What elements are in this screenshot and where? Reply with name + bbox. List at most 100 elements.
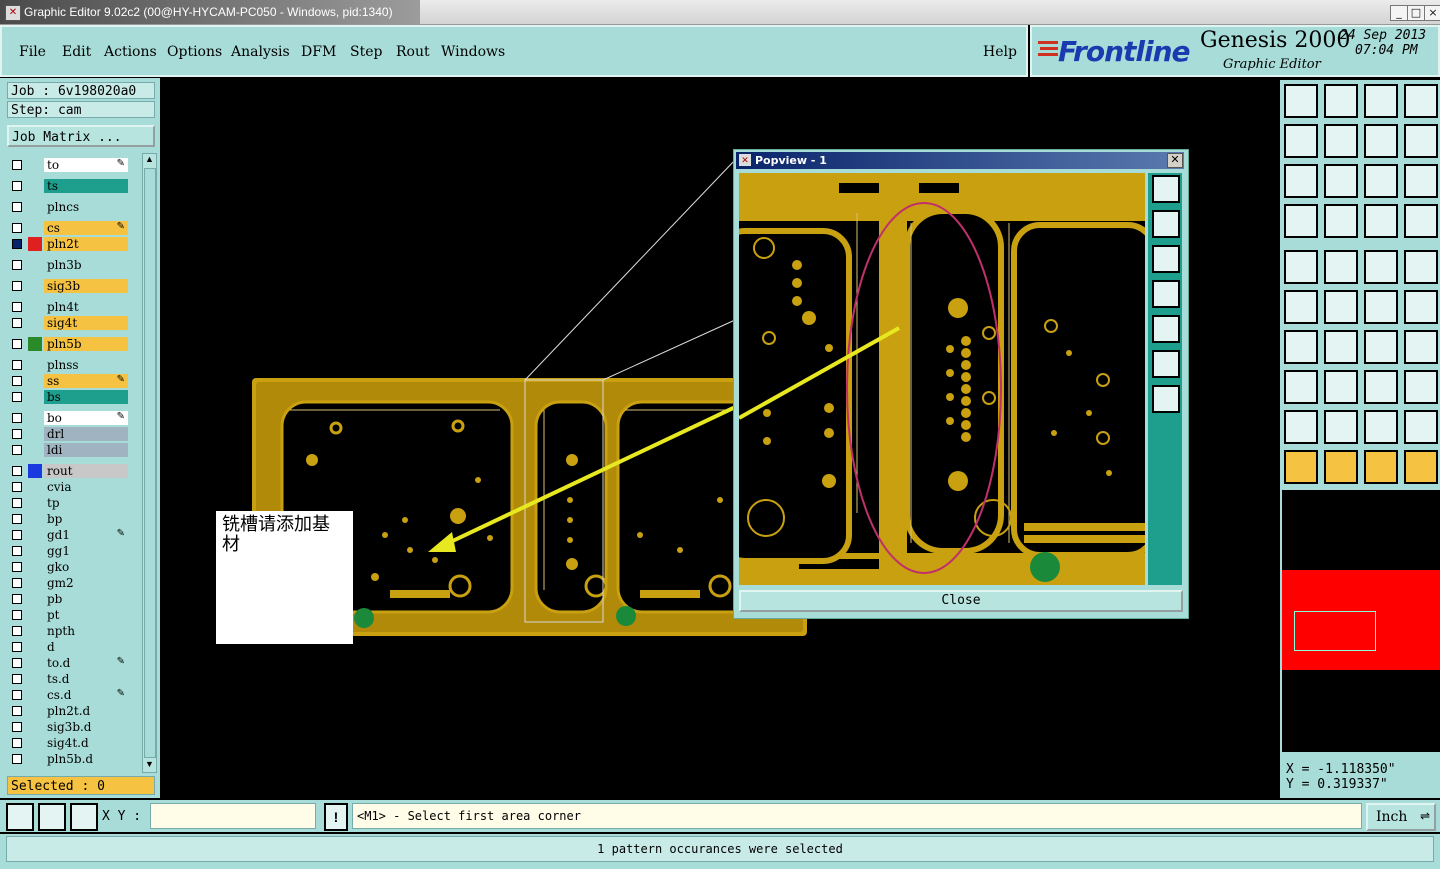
layer-row-pln5b-d[interactable]: pln5b.d bbox=[10, 752, 128, 766]
menu-analysis[interactable]: Analysis bbox=[231, 44, 290, 60]
popview-fit-icon[interactable] bbox=[1152, 350, 1180, 378]
layer-row-cs[interactable]: cs ✎ bbox=[10, 221, 128, 235]
triangle2-icon[interactable] bbox=[1324, 410, 1358, 444]
layer-checkbox[interactable] bbox=[12, 658, 22, 668]
popview-close-button[interactable]: Close bbox=[739, 590, 1183, 612]
point-icon[interactable] bbox=[1284, 250, 1318, 284]
layer-checkbox[interactable] bbox=[12, 530, 22, 540]
layer-row-ts-d[interactable]: ts.d bbox=[10, 672, 128, 686]
layer-checkbox[interactable] bbox=[12, 260, 22, 270]
layer-checkbox[interactable] bbox=[12, 626, 22, 636]
window-icon[interactable] bbox=[1404, 84, 1438, 118]
scroll-up-icon[interactable]: ▲ bbox=[143, 154, 156, 166]
minimize-button[interactable]: _ bbox=[1390, 5, 1408, 21]
scroll-thumb[interactable] bbox=[144, 168, 156, 758]
layer-row-pb[interactable]: pb bbox=[10, 592, 128, 606]
popview-close-icon[interactable]: ✕ bbox=[1167, 153, 1183, 168]
layer-row-pln4t[interactable]: pln4t bbox=[10, 300, 128, 314]
layer-checkbox[interactable] bbox=[12, 376, 22, 386]
layer-red2-icon[interactable] bbox=[1404, 204, 1438, 238]
overview-viewport[interactable] bbox=[1294, 611, 1376, 651]
menu-step[interactable]: Step bbox=[350, 44, 382, 60]
measure-icon[interactable] bbox=[38, 803, 66, 831]
layer-row-plnss[interactable]: plnss bbox=[10, 358, 128, 372]
layer-row-sig4t[interactable]: sig4t bbox=[10, 316, 128, 330]
dimension-icon[interactable] bbox=[1364, 370, 1398, 404]
xy-input[interactable] bbox=[150, 803, 316, 829]
layer-checkbox[interactable] bbox=[12, 302, 22, 312]
menu-dfm[interactable]: DFM bbox=[301, 44, 336, 60]
connect2-icon[interactable] bbox=[1404, 290, 1438, 324]
shape-icon[interactable] bbox=[1324, 250, 1358, 284]
ruler-icon[interactable] bbox=[1364, 250, 1398, 284]
layer-checkbox[interactable] bbox=[12, 466, 22, 476]
grid-icon[interactable] bbox=[70, 803, 98, 831]
popview-up-icon[interactable] bbox=[1152, 210, 1180, 238]
circle-icon[interactable] bbox=[1404, 250, 1438, 284]
popview-canvas[interactable] bbox=[739, 173, 1145, 585]
layer-row-cs-d[interactable]: cs.d ✎ bbox=[10, 688, 128, 702]
layer-row-sig4t-d[interactable]: sig4t.d bbox=[10, 736, 128, 750]
layer-checkbox[interactable] bbox=[12, 738, 22, 748]
layer-row-sig3b[interactable]: sig3b bbox=[10, 279, 128, 293]
menu-edit[interactable]: Edit bbox=[62, 44, 91, 60]
layer-row-ldi[interactable]: ldi bbox=[10, 443, 128, 457]
connect-icon[interactable] bbox=[1364, 290, 1398, 324]
layer-checkbox[interactable] bbox=[12, 202, 22, 212]
layer-row-pln5b[interactable]: pln5b bbox=[10, 337, 128, 351]
layer-checkbox[interactable] bbox=[12, 445, 22, 455]
line-icon[interactable] bbox=[1324, 330, 1358, 364]
menu-windows[interactable]: Windows bbox=[441, 44, 505, 60]
pad-icon[interactable] bbox=[1284, 370, 1318, 404]
layer-row-tp[interactable]: tp bbox=[10, 496, 128, 510]
layer-checkbox[interactable] bbox=[12, 318, 22, 328]
layer-checkbox[interactable] bbox=[12, 610, 22, 620]
layer-row-to-d[interactable]: to.d ✎ bbox=[10, 656, 128, 670]
menu-file[interactable]: File bbox=[19, 44, 46, 60]
layer-checkbox[interactable] bbox=[12, 546, 22, 556]
triangle4-icon[interactable] bbox=[1404, 410, 1438, 444]
menu-rout[interactable]: Rout bbox=[396, 44, 430, 60]
layer-checkbox[interactable] bbox=[12, 706, 22, 716]
tools-icon[interactable] bbox=[1284, 204, 1318, 238]
layer-checkbox[interactable] bbox=[12, 754, 22, 764]
split-icon[interactable] bbox=[1404, 330, 1438, 364]
layer-row-bp[interactable]: bp bbox=[10, 512, 128, 526]
popview-down-icon[interactable] bbox=[1152, 245, 1180, 273]
pointer-icon[interactable] bbox=[1284, 450, 1318, 484]
layer-checkbox[interactable] bbox=[12, 413, 22, 423]
undo-icon[interactable] bbox=[1364, 124, 1398, 158]
snap-icon[interactable] bbox=[6, 803, 34, 831]
layer-checkbox[interactable] bbox=[12, 281, 22, 291]
help-icon[interactable] bbox=[1404, 164, 1438, 198]
layer-checkbox[interactable] bbox=[12, 160, 22, 170]
popview-expand-icon[interactable] bbox=[1152, 385, 1180, 413]
scroll-down-icon[interactable]: ▼ bbox=[143, 759, 156, 771]
layer-row-gko[interactable]: gko bbox=[10, 560, 128, 574]
list-icon[interactable] bbox=[1404, 124, 1438, 158]
menu-actions[interactable]: Actions bbox=[104, 44, 157, 60]
layer-row-bo[interactable]: bo ✎ bbox=[10, 411, 128, 425]
triangle3-icon[interactable] bbox=[1364, 410, 1398, 444]
menu-options[interactable]: Options bbox=[167, 44, 222, 60]
layer-red-icon[interactable] bbox=[1364, 204, 1398, 238]
layer-row-rout[interactable]: rout bbox=[10, 464, 128, 478]
layer-row-ts[interactable]: ts bbox=[10, 179, 128, 193]
layer-checkbox[interactable] bbox=[12, 514, 22, 524]
layer-row-pln2t-d[interactable]: pln2t.d bbox=[10, 704, 128, 718]
grid-toggle-icon[interactable] bbox=[1324, 204, 1358, 238]
layer-checkbox[interactable] bbox=[12, 594, 22, 604]
zoom-in-icon[interactable] bbox=[1324, 164, 1358, 198]
layer-checkbox[interactable] bbox=[12, 360, 22, 370]
arc-icon[interactable] bbox=[1364, 330, 1398, 364]
layer-checkbox[interactable] bbox=[12, 498, 22, 508]
layer-row-d[interactable]: d bbox=[10, 640, 128, 654]
component-icon[interactable] bbox=[1404, 370, 1438, 404]
route-icon[interactable] bbox=[1404, 450, 1438, 484]
house-icon[interactable] bbox=[1364, 84, 1398, 118]
layer-row-plncs[interactable]: plncs bbox=[10, 200, 128, 214]
popview-zoom-icon[interactable] bbox=[1152, 175, 1180, 203]
units-dropdown[interactable]: Inch ⇌ bbox=[1366, 803, 1436, 831]
layer-row-cvia[interactable]: cvia bbox=[10, 480, 128, 494]
layer-row-npth[interactable]: npth bbox=[10, 624, 128, 638]
